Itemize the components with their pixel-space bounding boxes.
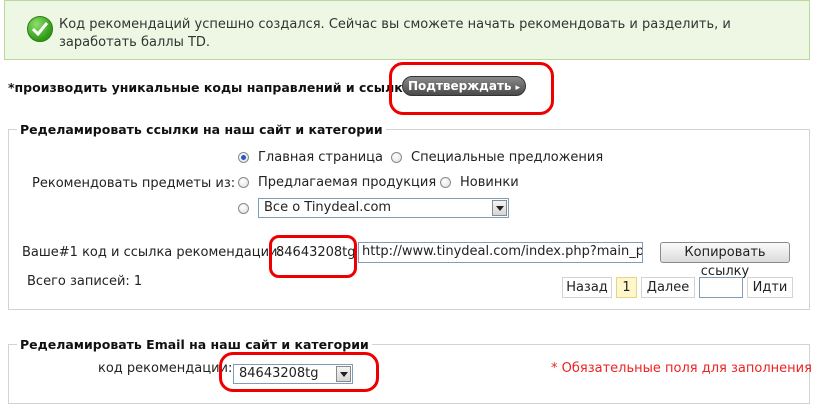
success-check-icon bbox=[27, 16, 53, 42]
category-select[interactable]: Все о Tinydeal.com bbox=[258, 198, 509, 218]
highlight-code bbox=[269, 235, 357, 278]
email-legend: Ределамировать Email на наш сайт и катег… bbox=[17, 337, 372, 352]
recommend-label: Рекомендовать предметы из: bbox=[32, 176, 236, 191]
code-label: Ваше#1 код и ссылка рекомендации: bbox=[22, 245, 282, 260]
links-legend: Ределамировать ссылки на наш сайт и кате… bbox=[17, 122, 386, 137]
radio-home[interactable] bbox=[238, 152, 249, 163]
email-code-label: код рекомендации: bbox=[98, 361, 233, 376]
radio-home-label[interactable]: Главная страница bbox=[258, 150, 383, 165]
required-note: * Обязательные поля для заполнения bbox=[551, 361, 812, 376]
radio-specials[interactable] bbox=[391, 152, 402, 163]
radio-category[interactable] bbox=[238, 203, 249, 214]
chevron-down-icon bbox=[492, 200, 507, 216]
referral-link-input[interactable]: http://www.tinydeal.com/index.php?main_p… bbox=[358, 242, 643, 263]
generate-label: *производить уникальные коды направлений… bbox=[8, 80, 412, 95]
next-page-button[interactable]: Далее bbox=[641, 277, 695, 298]
radio-featured[interactable] bbox=[238, 177, 249, 188]
radio-featured-label[interactable]: Предлагаемая продукция bbox=[258, 175, 436, 190]
radio-new-label[interactable]: Новинки bbox=[460, 175, 519, 190]
success-message: Код рекомендаций успешно создался. Сейча… bbox=[59, 17, 731, 50]
page-number-input[interactable] bbox=[699, 277, 743, 298]
radio-new[interactable] bbox=[440, 177, 451, 188]
highlight-confirm bbox=[389, 62, 554, 115]
current-page: 1 bbox=[616, 277, 637, 298]
success-banner: Код рекомендаций успешно создался. Сейча… bbox=[4, 0, 810, 60]
copy-link-button[interactable]: Копировать ссылку bbox=[660, 242, 790, 279]
category-select-value: Все о Tinydeal.com bbox=[264, 200, 392, 215]
radio-specials-label[interactable]: Специальные предложения bbox=[411, 150, 603, 165]
total-records: Всего записей: 1 bbox=[27, 274, 143, 289]
go-page-button[interactable]: Идти bbox=[747, 277, 793, 298]
highlight-email-code bbox=[219, 352, 379, 392]
prev-page-button[interactable]: Назад bbox=[562, 277, 612, 298]
